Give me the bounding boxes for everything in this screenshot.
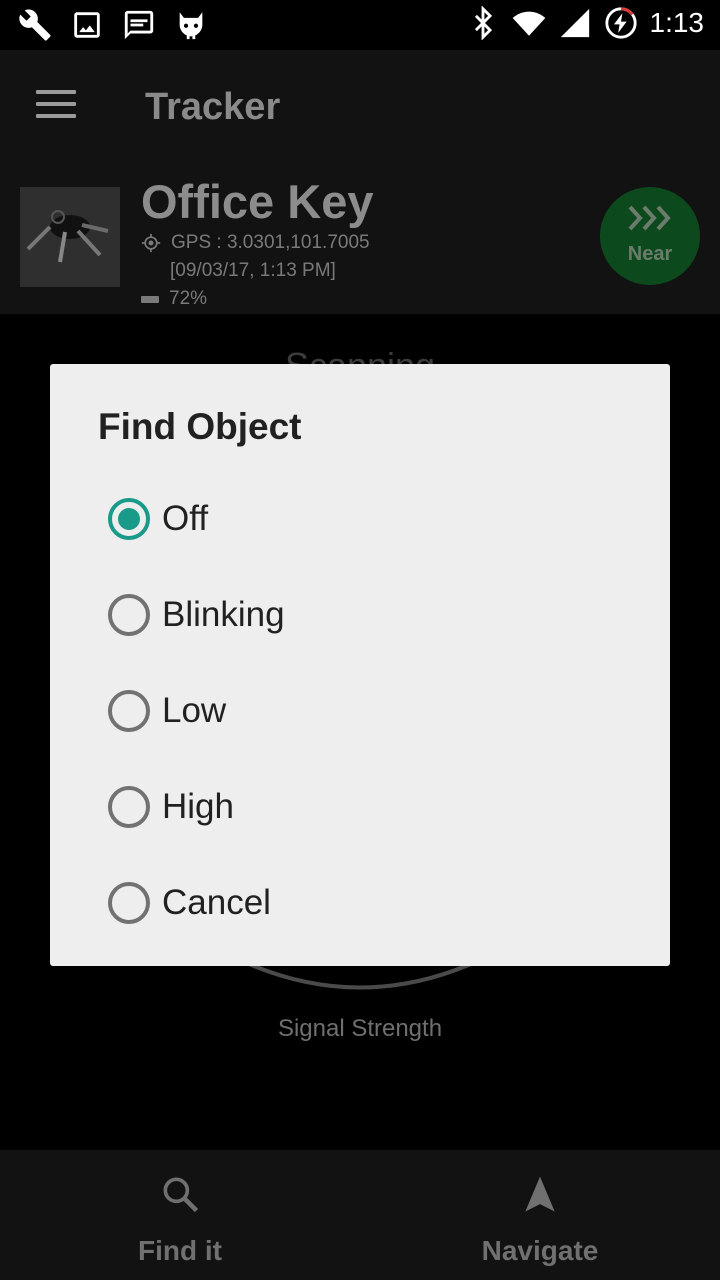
option-high-label: High	[162, 787, 234, 826]
object-name: Office Key	[141, 175, 374, 228]
battery-row: 72%	[141, 288, 207, 310]
battery-charging-icon	[604, 7, 637, 39]
radio-high[interactable]	[108, 786, 150, 828]
bottom-navigation: Find it Navigate	[0, 1150, 720, 1280]
radio-low[interactable]	[108, 690, 150, 732]
object-thumbnail[interactable]	[20, 187, 120, 287]
navigation-arrow-icon	[525, 1176, 555, 1212]
gps-coordinates: GPS : 3.0301,101.7005	[171, 232, 370, 253]
battery-icon	[141, 295, 159, 303]
image-icon	[74, 12, 100, 38]
option-cancel-label: Cancel	[162, 883, 271, 922]
radio-off[interactable]	[108, 498, 150, 540]
find-object-dialog: Find Object Off Blinking Low High Cancel	[50, 364, 670, 966]
option-off-label: Off	[162, 499, 209, 538]
triple-chevron-icon	[628, 205, 671, 231]
radio-cancel[interactable]	[108, 882, 150, 924]
option-off[interactable]: Off	[108, 471, 628, 567]
radio-blinking[interactable]	[108, 594, 150, 636]
battery-level: 72%	[169, 288, 208, 309]
dialog-title: Find Object	[98, 406, 302, 447]
search-icon	[163, 1177, 199, 1213]
nav-navigate-label: Navigate	[481, 1235, 599, 1266]
cyanogen-icon	[179, 12, 203, 40]
keys-image-icon	[20, 187, 120, 287]
proximity-label: Near	[627, 243, 673, 265]
option-blinking[interactable]: Blinking	[108, 567, 628, 663]
gps-target-icon	[141, 233, 161, 253]
gps-row: GPS : 3.0301,101.7005	[141, 232, 370, 254]
hamburger-menu-icon[interactable]	[36, 90, 76, 120]
option-low-label: Low	[162, 691, 227, 730]
wifi-icon	[512, 11, 545, 36]
status-bar: 1:13	[0, 0, 720, 50]
option-low[interactable]: Low	[108, 663, 628, 759]
message-icon	[124, 10, 154, 40]
object-header: Office Key GPS : 3.0301,101.7005 [09/03/…	[0, 168, 720, 314]
signal-strength-label: Signal Strength	[277, 1015, 443, 1042]
option-cancel[interactable]: Cancel	[108, 855, 628, 951]
wrench-icon	[19, 9, 51, 41]
nav-find-it[interactable]: Find it	[0, 1150, 360, 1280]
app-bar: Tracker	[0, 50, 720, 168]
status-time: 1:13	[649, 7, 705, 38]
option-blinking-label: Blinking	[162, 595, 285, 634]
signal-icon	[560, 8, 589, 38]
proximity-near-button[interactable]: Near	[600, 187, 700, 285]
nav-navigate[interactable]: Navigate	[360, 1150, 720, 1280]
option-high[interactable]: High	[108, 759, 628, 855]
app-title: Tracker	[145, 86, 281, 128]
gps-timestamp: [09/03/17, 1:13 PM]	[170, 260, 336, 281]
nav-find-it-label: Find it	[138, 1235, 222, 1266]
bluetooth-icon	[474, 6, 492, 40]
